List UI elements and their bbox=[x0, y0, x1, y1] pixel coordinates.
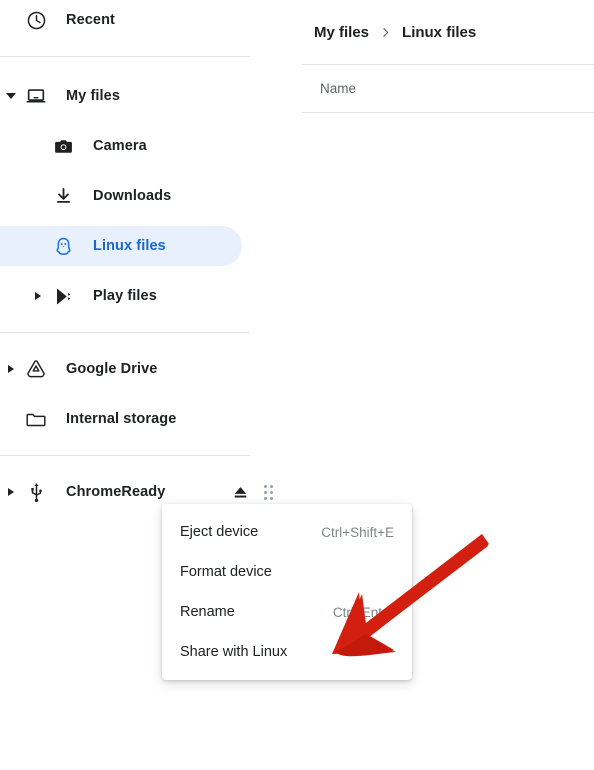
column-header-name[interactable]: Name bbox=[302, 81, 356, 96]
sidebar-item-label-linux-files: Linux files bbox=[93, 238, 166, 254]
clock-icon bbox=[25, 9, 47, 31]
drag-handle-icon[interactable] bbox=[254, 478, 282, 506]
menu-item-shortcut: Ctrl+Shift+E bbox=[321, 524, 394, 540]
chevron-right-icon-breadcrumb bbox=[379, 26, 392, 39]
sidebar-item-label-camera: Camera bbox=[93, 138, 147, 154]
download-icon bbox=[52, 185, 74, 207]
file-list-body bbox=[300, 113, 594, 313]
sidebar-item-internal-storage[interactable]: Internal storage bbox=[0, 399, 242, 439]
breadcrumb-item-linux-files[interactable]: Linux files bbox=[402, 24, 476, 41]
sidebar-item-label-play-files: Play files bbox=[93, 288, 157, 304]
folder-icon bbox=[25, 408, 47, 430]
laptop-icon bbox=[25, 85, 47, 107]
eject-icon[interactable] bbox=[226, 478, 254, 506]
sidebar-section-storage: Google Drive Internal storage bbox=[0, 333, 300, 456]
menu-item-format-device[interactable]: Format device bbox=[162, 552, 412, 592]
chevron-right-icon-play-files[interactable] bbox=[29, 287, 47, 305]
sidebar-item-linux-files[interactable]: Linux files bbox=[0, 226, 242, 266]
sidebar-item-label-google-drive: Google Drive bbox=[66, 361, 158, 377]
menu-item-shortcut: Ctrl+Enter bbox=[332, 604, 394, 620]
sidebar-section-my-files: My files Camera Downloads Linux files Pl… bbox=[0, 57, 300, 333]
sidebar-item-play-files[interactable]: Play files bbox=[0, 276, 242, 316]
menu-item-label: Eject device bbox=[180, 524, 259, 540]
sidebar-section-recent: Recent bbox=[0, 0, 300, 57]
menu-item-label: Rename bbox=[180, 604, 235, 620]
menu-item-eject-device[interactable]: Eject device Ctrl+Shift+E bbox=[162, 512, 412, 552]
chevron-down-icon-my-files[interactable] bbox=[2, 87, 20, 105]
play-store-icon bbox=[52, 285, 74, 307]
context-menu: Eject device Ctrl+Shift+E Format device … bbox=[162, 504, 412, 680]
usb-icon bbox=[25, 481, 47, 503]
sidebar-item-camera[interactable]: Camera bbox=[0, 126, 242, 166]
camera-icon bbox=[52, 135, 74, 157]
menu-item-rename[interactable]: Rename Ctrl+Enter bbox=[162, 592, 412, 632]
sidebar-item-my-files[interactable]: My files bbox=[0, 76, 242, 116]
chevron-right-icon-chromeready[interactable] bbox=[2, 483, 20, 501]
files-app-window: Recent My files Camera Downloads Linux f… bbox=[0, 0, 594, 770]
google-drive-icon bbox=[25, 358, 47, 380]
menu-item-label: Format device bbox=[180, 564, 272, 580]
breadcrumb-item-my-files[interactable]: My files bbox=[314, 24, 369, 41]
sidebar-item-label-chromeready: ChromeReady bbox=[66, 484, 166, 500]
menu-item-label: Share with Linux bbox=[180, 644, 288, 660]
penguin-icon bbox=[52, 235, 74, 257]
sidebar-item-downloads[interactable]: Downloads bbox=[0, 176, 242, 216]
sidebar-item-label-internal-storage: Internal storage bbox=[66, 411, 177, 427]
sidebar-item-recent[interactable]: Recent bbox=[0, 0, 242, 40]
menu-item-share-with-linux[interactable]: Share with Linux bbox=[162, 632, 412, 672]
sidebar-item-label-downloads: Downloads bbox=[93, 188, 172, 204]
breadcrumb: My files Linux files bbox=[300, 0, 594, 64]
sidebar-item-label-my-files: My files bbox=[66, 88, 120, 104]
file-list-header: Name bbox=[302, 64, 594, 113]
chevron-right-icon-google-drive[interactable] bbox=[2, 360, 20, 378]
sidebar-item-google-drive[interactable]: Google Drive bbox=[0, 349, 242, 389]
sidebar-item-label-recent: Recent bbox=[66, 12, 115, 28]
